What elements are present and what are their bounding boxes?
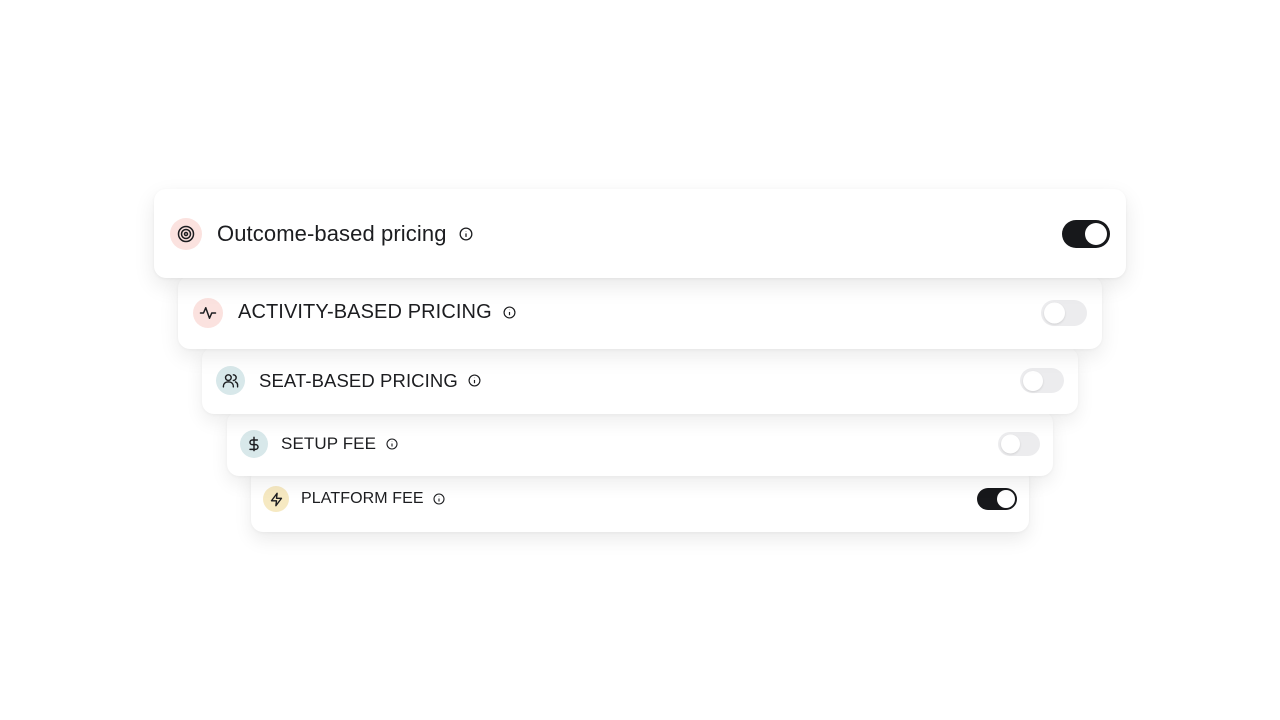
pricing-label-setup-fee: SETUP FEE	[281, 433, 377, 453]
users-icon	[216, 366, 245, 395]
toggle-knob	[1001, 434, 1020, 453]
platform-fee-toggle[interactable]	[977, 488, 1017, 510]
outcome-pricing-toggle[interactable]	[1062, 219, 1110, 248]
pricing-label-platform-fee: PLATFORM FEE	[301, 490, 424, 507]
pricing-label-outcome: Outcome-based pricing	[217, 220, 447, 246]
dollar-icon	[240, 429, 268, 458]
info-icon[interactable]	[459, 227, 473, 241]
pricing-card-content: ACTIVITY-BASED PRICING	[193, 297, 1041, 328]
pricing-card-outcome: Outcome-based pricing	[154, 189, 1126, 278]
pricing-card-content: SETUP FEE	[240, 429, 998, 458]
lightning-icon	[263, 486, 289, 512]
pricing-stack: Outcome-based pricing ACTIVITY-BASED PRI…	[0, 0, 1280, 720]
pricing-card-content: SEAT-BASED PRICING	[216, 366, 1020, 395]
pricing-card-content: PLATFORM FEE	[263, 486, 977, 512]
info-icon[interactable]	[386, 437, 398, 450]
seat-pricing-toggle[interactable]	[1020, 368, 1064, 393]
toggle-knob	[1023, 370, 1043, 391]
pricing-label-activity: ACTIVITY-BASED PRICING	[238, 301, 492, 323]
pricing-card-setup-fee: SETUP FEE	[227, 411, 1053, 476]
activity-pricing-toggle[interactable]	[1041, 299, 1087, 326]
toggle-knob	[1085, 222, 1107, 245]
info-icon[interactable]	[468, 374, 481, 387]
info-icon[interactable]	[433, 493, 445, 505]
setup-fee-toggle[interactable]	[998, 431, 1040, 456]
pricing-card-seat: SEAT-BASED PRICING	[202, 347, 1078, 414]
toggle-knob	[1044, 302, 1065, 323]
info-icon[interactable]	[503, 306, 516, 319]
pricing-card-content: Outcome-based pricing	[170, 217, 1062, 250]
pricing-card-activity: ACTIVITY-BASED PRICING	[178, 276, 1102, 349]
toggle-knob	[997, 490, 1015, 508]
pricing-label-seat: SEAT-BASED PRICING	[259, 369, 458, 391]
activity-icon	[193, 297, 223, 328]
target-icon	[170, 217, 202, 250]
